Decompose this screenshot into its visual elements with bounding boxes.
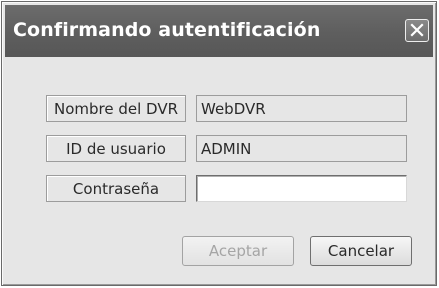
dialog-title: Confirmando autentificación: [13, 19, 321, 41]
user-id-label: ID de usuario: [46, 135, 186, 162]
password-label: Contraseña: [46, 175, 186, 202]
dvr-name-field: WebDVR: [196, 95, 407, 122]
title-bar[interactable]: Confirmando autentificación: [5, 5, 433, 57]
dvr-name-label: Nombre del DVR: [46, 95, 186, 122]
cancel-button[interactable]: Cancelar: [310, 236, 412, 266]
user-id-field: ADMIN: [196, 135, 407, 162]
password-input[interactable]: [196, 175, 407, 202]
close-button[interactable]: [405, 19, 429, 42]
auth-dialog: Confirmando autentificación Nombre del D…: [1, 1, 437, 286]
accept-button[interactable]: Aceptar: [182, 236, 294, 266]
close-icon: [410, 23, 424, 37]
